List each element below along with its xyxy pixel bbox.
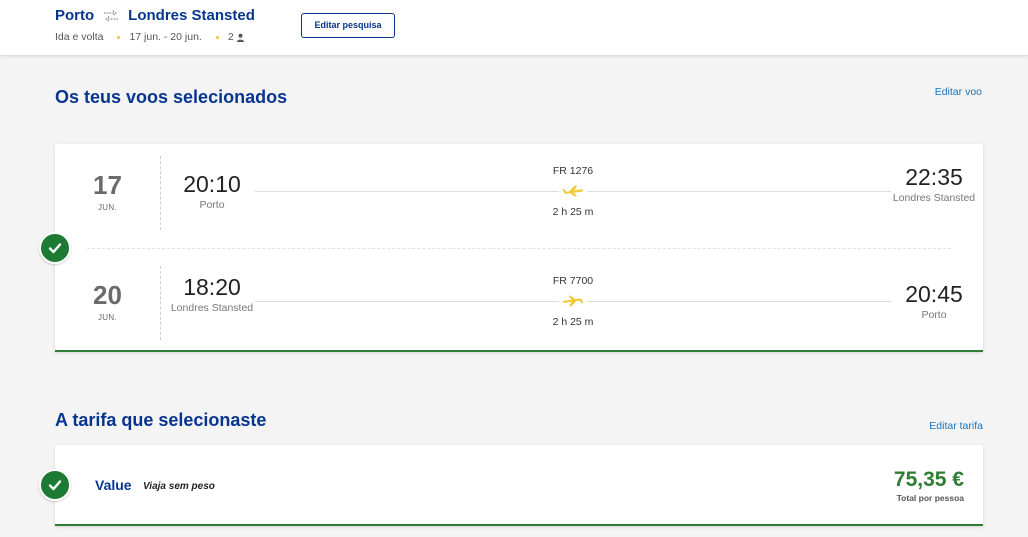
arrival-time: 22:35 [905, 164, 963, 190]
flight-date: 20 JUN. [55, 266, 161, 340]
person-icon [236, 33, 245, 42]
arrival-time: 20:45 [905, 281, 963, 307]
flight-month: JUN. [98, 313, 117, 322]
selected-fare-card: Value Viaja sem peso 75,35 € Total por p… [55, 445, 983, 526]
departure-airport: Porto [199, 199, 225, 211]
flight-day: 20 [93, 280, 122, 310]
selected-flights-title: Os teus voos selecionados [55, 87, 288, 107]
edit-fare-link[interactable]: Editar tarifa [929, 420, 983, 432]
origin-city: Porto [55, 7, 95, 24]
return-flight-row: 20 JUN. 18:20 Londres Stansted FR 7700 2… [55, 254, 983, 354]
fare-price: 75,35 € [893, 468, 964, 491]
flight-number: FR 7700 [552, 275, 594, 287]
route-title: Porto Londres Stansted [55, 7, 255, 24]
fare-tagline: Viaja sem peso [143, 481, 215, 492]
flight-divider [87, 248, 951, 249]
check-circle-icon [39, 232, 71, 264]
flight-day: 17 [93, 170, 122, 200]
price-note: Total por pessoa [896, 493, 964, 503]
flight-number: FR 1276 [552, 165, 594, 177]
flight-duration: 2 h 25 m [552, 206, 594, 218]
plane-inbound-icon [559, 294, 587, 308]
arrival-airport: Londres Stansted [892, 192, 976, 204]
flight-date: 17 JUN. [55, 156, 161, 230]
trip-meta: Ida e volta 17 jun. - 20 jun. 2 [55, 31, 245, 43]
outbound-flight-row: 17 JUN. 20:10 Porto FR 1276 2 h 25 m 22:… [55, 144, 983, 244]
trip-type: Ida e volta [55, 31, 104, 43]
arrival-airport: Porto [921, 309, 947, 321]
selected-flights-card: 17 JUN. 20:10 Porto FR 1276 2 h 25 m 22:… [55, 144, 983, 352]
departure-airport: Londres Stansted [170, 302, 254, 314]
plane-outbound-icon [559, 184, 587, 198]
selected-fare-title: A tarifa que selecionaste [55, 410, 267, 430]
edit-flight-link[interactable]: Editar voo [935, 86, 982, 98]
separator-dot [117, 35, 121, 39]
return-arrows-icon [101, 9, 121, 23]
departure-time: 18:20 [183, 274, 241, 300]
search-summary-header: Porto Londres Stansted Ida e volta 17 ju… [0, 0, 1028, 56]
separator-dot [215, 35, 219, 39]
passenger-count: 2 [227, 31, 234, 43]
flight-month: JUN. [98, 203, 117, 212]
fare-name: Value [95, 477, 132, 493]
destination-city: Londres Stansted [128, 7, 255, 24]
departure-time: 20:10 [183, 171, 241, 197]
flight-duration: 2 h 25 m [552, 316, 594, 328]
edit-search-button[interactable]: Editar pesquisa [301, 13, 395, 38]
check-circle-icon [39, 469, 71, 501]
trip-dates: 17 jun. - 20 jun. [129, 31, 202, 43]
